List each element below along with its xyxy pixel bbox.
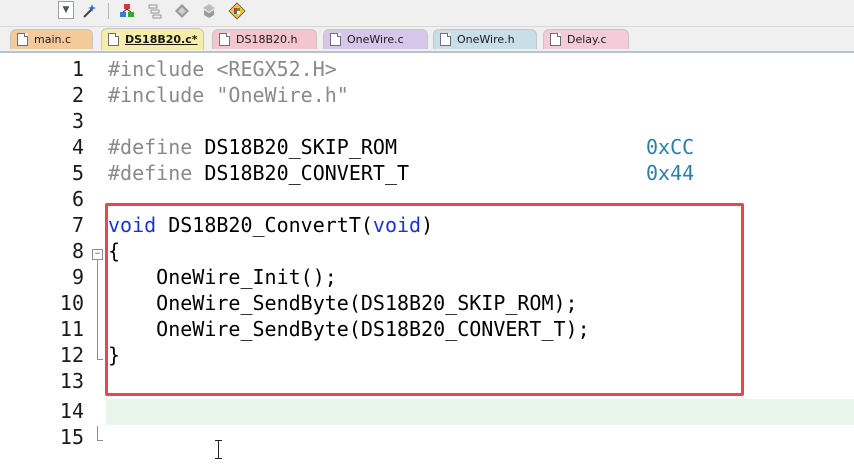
line-number: 11 xyxy=(59,317,84,341)
collapse-fold-icon[interactable]: − xyxy=(92,249,103,260)
fold-guide-line xyxy=(97,426,98,440)
layers-icon[interactable] xyxy=(146,2,164,20)
code-line: 5 #define DS18B20_CONVERT_T 0x44 xyxy=(0,160,854,186)
file-icon xyxy=(219,33,230,46)
line-number: 1 xyxy=(71,57,84,81)
macro-name: DS18B20_CONVERT_T xyxy=(192,161,410,185)
tab-label: OneWire.c xyxy=(347,33,404,46)
tab-label: DS18B20.c* xyxy=(125,33,198,46)
code-line: 3 xyxy=(0,108,854,134)
text-cursor-icon xyxy=(214,440,223,459)
code-line: 15 xyxy=(0,424,854,450)
toolbar-separator xyxy=(108,3,109,19)
dropdown-arrow-icon[interactable]: ▼ xyxy=(58,1,74,19)
fold-guide-line xyxy=(97,260,98,359)
tab-label: DS18B20.h xyxy=(236,33,298,46)
line-number: 14 xyxy=(59,399,84,423)
file-icon xyxy=(440,33,451,46)
line-number: 6 xyxy=(71,187,84,211)
define-keyword: #define xyxy=(108,161,193,185)
line-number: 9 xyxy=(71,265,84,289)
fold-end-marker xyxy=(97,359,103,360)
diamond-icon[interactable] xyxy=(173,2,191,20)
code-line: 1 #include <REGX52.H> xyxy=(0,56,854,82)
tab-main-c[interactable]: main.c xyxy=(10,29,93,49)
line-number: 13 xyxy=(59,369,84,393)
define-keyword: #define xyxy=(108,135,193,159)
code-line: 4 #define DS18B20_SKIP_ROM 0xCC xyxy=(0,134,854,160)
code-line: 14 xyxy=(0,398,854,424)
bucket-icon[interactable] xyxy=(200,2,218,20)
code-text: #include <REGX52.H> xyxy=(108,57,337,81)
tab-ds18b20-h[interactable]: DS18B20.h xyxy=(212,29,317,49)
tab-ds18b20-c[interactable]: DS18B20.c* xyxy=(101,28,204,50)
macro-value: 0xCC xyxy=(646,135,695,159)
line-number: 4 xyxy=(71,135,84,159)
line-number: 5 xyxy=(71,161,84,185)
code-editor[interactable]: 1 #include <REGX52.H> 2 #include "OneWir… xyxy=(0,53,854,475)
magic-wand-icon[interactable] xyxy=(80,2,98,20)
color-grid-icon[interactable] xyxy=(228,2,246,20)
tab-label: main.c xyxy=(34,33,72,46)
stack-icon[interactable] xyxy=(118,2,136,20)
line-number: 8 xyxy=(71,239,84,263)
code-text: #include "OneWire.h" xyxy=(108,83,349,107)
file-icon xyxy=(17,33,28,46)
file-icon xyxy=(550,33,561,46)
tab-label: Delay.c xyxy=(567,33,607,46)
line-number: 3 xyxy=(71,109,84,133)
line-number: 7 xyxy=(71,213,84,237)
toolbar: ▼ xyxy=(0,0,854,27)
code-line: 2 #include "OneWire.h" xyxy=(0,82,854,108)
file-icon xyxy=(330,33,341,46)
line-number: 12 xyxy=(59,343,84,367)
tab-onewire-c[interactable]: OneWire.c xyxy=(323,29,428,49)
highlight-annotation-box xyxy=(105,203,744,396)
macro-value: 0x44 xyxy=(646,161,695,185)
file-icon xyxy=(108,33,119,46)
file-tab-strip: main.c DS18B20.c* DS18B20.h OneWire.c On… xyxy=(0,27,854,53)
tab-label: OneWire.h xyxy=(457,33,515,46)
macro-name: DS18B20_SKIP_ROM xyxy=(192,135,397,159)
line-number: 10 xyxy=(59,291,84,315)
tab-delay-c[interactable]: Delay.c xyxy=(543,29,629,49)
fold-end-marker xyxy=(97,440,103,441)
line-number: 15 xyxy=(59,425,84,449)
code-text: #define DS18B20_CONVERT_T xyxy=(108,160,409,186)
code-text: #define DS18B20_SKIP_ROM xyxy=(108,134,397,160)
tab-onewire-h[interactable]: OneWire.h xyxy=(433,29,537,49)
line-number: 2 xyxy=(71,83,84,107)
